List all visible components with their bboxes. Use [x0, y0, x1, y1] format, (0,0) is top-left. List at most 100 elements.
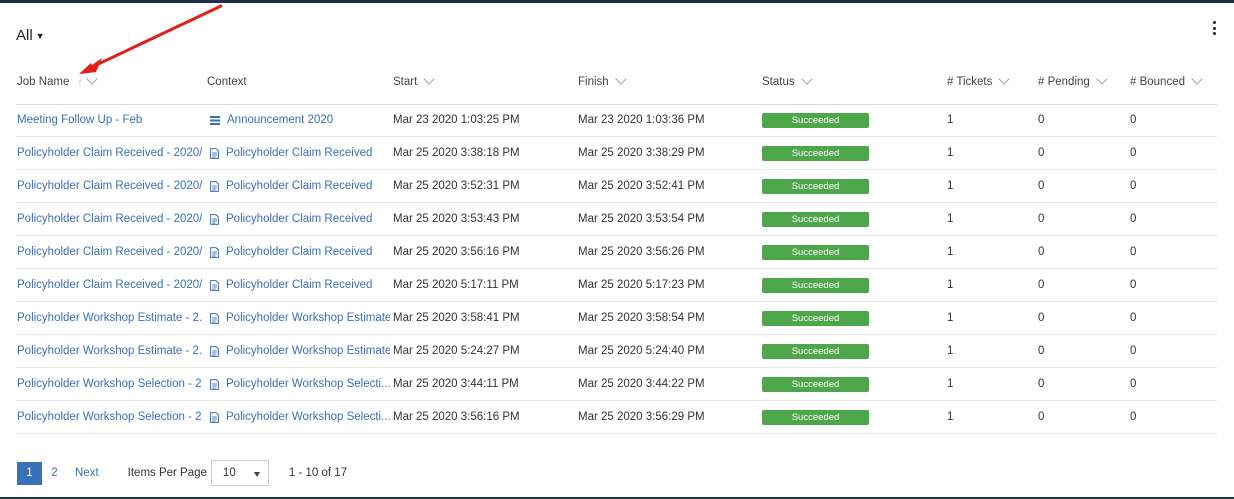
status-badge: Succeeded — [762, 179, 869, 194]
chevron-down-icon[interactable] — [423, 73, 435, 85]
job-name-link[interactable]: Policyholder Workshop Selection - 2... — [17, 411, 202, 423]
page-1-button[interactable]: 1 — [17, 461, 42, 485]
document-icon — [210, 345, 219, 357]
page-2-button[interactable]: 2 — [42, 462, 67, 485]
table-row[interactable]: Policyholder Claim Received - 2020/... Po… — [16, 236, 1217, 269]
bounced-count: 0 — [1130, 411, 1137, 423]
bounced-count: 0 — [1130, 345, 1137, 357]
context-link[interactable]: Policyholder Claim Received — [210, 213, 390, 225]
status-badge: Succeeded — [762, 278, 869, 293]
start-time: Mar 23 2020 1:03:25 PM — [393, 114, 520, 126]
table-row[interactable]: Policyholder Claim Received - 2020/... Po… — [16, 170, 1217, 203]
pending-count: 0 — [1038, 246, 1045, 258]
chevron-down-icon[interactable] — [800, 73, 813, 85]
chevron-down-icon[interactable] — [615, 73, 627, 85]
pending-count: 0 — [1038, 378, 1045, 390]
table-row[interactable]: Policyholder Claim Received - 2020/... Po… — [16, 203, 1217, 236]
context-label: Announcement 2020 — [227, 114, 334, 126]
job-name-link[interactable]: Policyholder Claim Received - 2020/... — [17, 246, 202, 258]
job-name-link[interactable]: Policyholder Workshop Estimate - 2... — [17, 312, 202, 324]
column-header-context[interactable]: Context — [207, 76, 247, 88]
table-row[interactable]: Policyholder Workshop Estimate - 2... Pol… — [16, 302, 1217, 335]
status-badge: Succeeded — [762, 212, 869, 227]
table-row[interactable]: Policyholder Workshop Estimate - 2... Pol… — [16, 335, 1217, 368]
context-link[interactable]: Policyholder Workshop Selecti... — [210, 411, 390, 423]
bounced-count: 0 — [1130, 312, 1137, 324]
table-row[interactable]: Policyholder Workshop Selection - 2... Po… — [16, 368, 1217, 401]
tickets-count: 1 — [947, 279, 954, 291]
pending-count: 0 — [1038, 114, 1045, 126]
status-badge: Succeeded — [762, 146, 869, 161]
tickets-count: 1 — [947, 213, 954, 225]
context-label: Policyholder Claim Received — [226, 213, 373, 225]
chevron-down-icon[interactable] — [1096, 73, 1108, 85]
context-label: Policyholder Workshop Selecti... — [226, 411, 390, 423]
context-label: Policyholder Claim Received — [226, 147, 373, 159]
pending-count: 0 — [1038, 180, 1045, 192]
finish-time: Mar 25 2020 3:56:26 PM — [578, 246, 705, 258]
status-badge: Succeeded — [762, 377, 869, 392]
job-name-link[interactable]: Policyholder Claim Received - 2020/... — [17, 147, 202, 159]
job-name-link[interactable]: Policyholder Claim Received - 2020/... — [17, 180, 202, 192]
finish-time: Mar 25 2020 3:44:22 PM — [578, 378, 705, 390]
chevron-down-icon[interactable] — [1191, 73, 1203, 85]
chevron-down-icon[interactable] — [86, 73, 99, 85]
column-header-pending[interactable]: # Pending — [1038, 73, 1108, 88]
job-name-link[interactable]: Meeting Follow Up - Feb — [17, 114, 202, 126]
finish-time: Mar 25 2020 3:52:41 PM — [578, 180, 705, 192]
column-header-bounced[interactable]: # Bounced — [1130, 73, 1203, 88]
status-badge: Succeeded — [762, 410, 869, 425]
table-row[interactable]: Policyholder Workshop Selection - 2... Po… — [16, 401, 1217, 434]
status-badge: Succeeded — [762, 113, 869, 128]
context-link[interactable]: Announcement 2020 — [210, 114, 390, 126]
context-link[interactable]: Policyholder Workshop Selecti... — [210, 378, 390, 390]
items-per-page-select[interactable]: 10 — [210, 460, 269, 486]
table-row[interactable]: Policyholder Claim Received - 2020/... Po… — [16, 269, 1217, 302]
document-icon — [210, 312, 219, 324]
job-name-link[interactable]: Policyholder Workshop Estimate - 2... — [17, 345, 202, 357]
table-row[interactable]: Policyholder Claim Received - 2020/... Po… — [16, 137, 1217, 170]
context-link[interactable]: Policyholder Claim Received — [210, 147, 390, 159]
context-link[interactable]: Policyholder Workshop Estimate — [210, 312, 390, 324]
bounced-count: 0 — [1130, 180, 1137, 192]
filter-dropdown[interactable]: All ▼ — [16, 27, 45, 44]
context-link[interactable]: Policyholder Claim Received — [210, 279, 390, 291]
finish-time: Mar 23 2020 1:03:36 PM — [578, 114, 705, 126]
job-name-link[interactable]: Policyholder Claim Received - 2020/... — [17, 279, 202, 291]
column-header-tickets[interactable]: # Tickets — [947, 73, 1011, 88]
tickets-count: 1 — [947, 180, 954, 192]
chevron-down-icon[interactable] — [998, 73, 1011, 85]
column-header-job-name[interactable]: Job Name ↑ — [17, 73, 99, 88]
range-indicator: 1 - 10 of 17 — [288, 467, 348, 479]
column-header-status[interactable]: Status — [762, 73, 813, 88]
sort-ascending-icon[interactable]: ↑ — [77, 77, 82, 88]
start-time: Mar 25 2020 3:52:31 PM — [393, 180, 520, 192]
job-name-link[interactable]: Policyholder Workshop Selection - 2... — [17, 378, 202, 390]
start-time: Mar 25 2020 5:24:27 PM — [393, 345, 520, 357]
finish-time: Mar 25 2020 5:24:40 PM — [578, 345, 705, 357]
next-page-link[interactable]: Next — [75, 467, 99, 479]
context-link[interactable]: Policyholder Workshop Estimate — [210, 345, 390, 357]
context-label: Policyholder Claim Received — [226, 246, 373, 258]
tickets-count: 1 — [947, 378, 954, 390]
document-icon — [210, 411, 219, 423]
document-icon — [210, 180, 219, 192]
table-row[interactable]: Meeting Follow Up - Feb Announcement 2020… — [16, 104, 1217, 137]
document-icon — [210, 147, 219, 159]
start-time: Mar 25 2020 3:53:43 PM — [393, 213, 520, 225]
more-options-icon[interactable] — [1210, 20, 1218, 36]
pending-count: 0 — [1038, 411, 1045, 423]
context-link[interactable]: Policyholder Claim Received — [210, 246, 390, 258]
tickets-count: 1 — [947, 147, 954, 159]
list-icon — [210, 115, 220, 125]
finish-time: Mar 25 2020 3:58:54 PM — [578, 312, 705, 324]
context-link[interactable]: Policyholder Claim Received — [210, 180, 390, 192]
tickets-count: 1 — [947, 411, 954, 423]
tickets-count: 1 — [947, 114, 954, 126]
start-time: Mar 25 2020 3:56:16 PM — [393, 246, 520, 258]
job-name-link[interactable]: Policyholder Claim Received - 2020/... — [17, 213, 202, 225]
column-header-start[interactable]: Start — [393, 73, 435, 88]
column-header-finish[interactable]: Finish — [578, 73, 627, 88]
status-badge: Succeeded — [762, 344, 869, 359]
document-icon — [210, 279, 219, 291]
